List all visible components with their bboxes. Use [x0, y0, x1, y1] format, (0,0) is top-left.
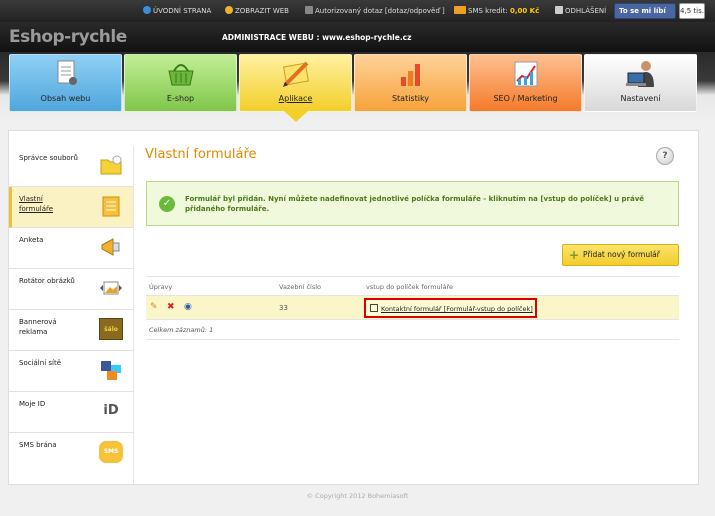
admin-title: ADMINISTRACE WEBU : www.eshop-rychle.cz: [222, 33, 412, 42]
user-laptop-icon: [626, 61, 654, 87]
tab-label[interactable]: Obsah webu: [10, 94, 121, 103]
logo[interactable]: Eshop-rychle: [9, 27, 127, 47]
sun-icon: [225, 6, 233, 14]
sidebar-item-bannerova-reklama[interactable]: Bannerová reklama šálo: [9, 310, 133, 351]
basket-icon: [168, 64, 194, 86]
view-icon[interactable]: ◉: [184, 302, 192, 312]
bar-chart-icon: [401, 64, 420, 86]
form-icon: [102, 196, 120, 217]
sidebar-item-label[interactable]: Správce souborů: [19, 153, 79, 163]
sms-credit: SMS kredit: 0,00 Kč: [454, 6, 539, 15]
forms-table: Úpravy Vazební číslo vstup do políček fo…: [146, 276, 679, 340]
home-link[interactable]: ÚVODNÍ STRANA: [143, 6, 211, 15]
form-fields-link[interactable]: Kontaktní formulář [Formulář-vstup do po…: [370, 304, 533, 313]
fb-like-count: 4,5 tis.: [679, 3, 705, 19]
sidebar-item-label[interactable]: Moje ID: [19, 399, 79, 409]
sidebar-item-label[interactable]: Bannerová reklama: [19, 317, 79, 337]
header: Eshop-rychle ADMINISTRACE WEBU : www.esh…: [0, 22, 715, 52]
sidebar-item-label[interactable]: Anketa: [19, 235, 79, 245]
show-web-link[interactable]: ZOBRAZIT WEB: [225, 6, 289, 15]
social-icon: [101, 361, 121, 380]
sidebar-item-anketa[interactable]: Anketa: [9, 228, 133, 269]
mojeid-icon: iD: [103, 403, 119, 418]
growth-chart-icon: [514, 61, 538, 87]
tab-aplikace[interactable]: Aplikace: [239, 54, 352, 122]
sidebar-item-moje-id[interactable]: Moje ID iD: [9, 392, 133, 433]
lock-icon: [555, 6, 563, 14]
tab-label[interactable]: Nastavení: [585, 94, 696, 103]
sidebar-item-label[interactable]: Vlastní formuláře: [19, 194, 79, 214]
sidebar-item-rotator-obrazku[interactable]: Rotátor obrázků: [9, 269, 133, 310]
help-icon[interactable]: ?: [656, 147, 674, 165]
megaphone-icon: [101, 238, 120, 256]
table-cell-id: 33: [279, 304, 288, 312]
sidebar-divider: [133, 146, 134, 484]
top-bar: ÚVODNÍ STRANA ZOBRAZIT WEB Autorizovaný …: [0, 0, 715, 22]
tab-seo-marketing[interactable]: SEO / Marketing: [469, 54, 582, 112]
table-total: Celkem záznamů: 1: [146, 320, 679, 340]
document-icon: [57, 60, 77, 85]
tab-label[interactable]: Statistiky: [355, 94, 466, 103]
sidebar: Správce souborů Vlastní formuláře Anketa…: [9, 146, 133, 474]
tab-eshop[interactable]: E-shop: [124, 54, 237, 112]
folder-icon: [100, 155, 122, 175]
sidebar-item-vlastni-formulare[interactable]: Vlastní formuláře: [9, 187, 133, 228]
table-row: ✎ ✖ ◉ 33 Kontaktní formulář [Formulář-vs…: [146, 296, 679, 320]
fb-like-button[interactable]: To se mi líbí: [614, 3, 676, 19]
sidebar-item-socialni-site[interactable]: Sociální sítě: [9, 351, 133, 392]
doc-icon: [305, 6, 313, 14]
success-message-text: Formulář byl přidán. Nyní můžete nadefin…: [185, 195, 645, 213]
sidebar-item-label[interactable]: SMS brána: [19, 440, 79, 450]
banner-icon: šálo: [99, 318, 123, 340]
copyright: © Copyright 2012 Bohemiasoft: [306, 492, 409, 500]
table-header: Úpravy Vazební číslo vstup do políček fo…: [146, 276, 679, 296]
sidebar-item-spravce-souboru[interactable]: Správce souborů: [9, 146, 133, 187]
edit-icon[interactable]: ✎: [150, 302, 158, 312]
page-title: Vlastní formuláře: [145, 147, 257, 162]
add-form-button-label[interactable]: Přidat nový formulář: [583, 250, 660, 259]
logout-link[interactable]: ODHLÁŠENÍ: [555, 6, 606, 15]
highlight-box: Kontaktní formulář [Formulář-vstup do po…: [364, 298, 537, 318]
pencil-ruler-icon: [283, 61, 309, 87]
column-header: Úpravy: [149, 283, 173, 291]
tab-label[interactable]: E-shop: [125, 94, 236, 103]
sidebar-item-label[interactable]: Rotátor obrázků: [19, 276, 79, 286]
plus-icon: +: [569, 248, 580, 262]
column-header: vstup do políček formuláře: [366, 283, 453, 291]
active-tab-arrow: [284, 111, 308, 122]
query-link[interactable]: Autorizovaný dotaz [dotaz/odpověď ]: [305, 6, 445, 15]
sms-badge-icon: [454, 6, 466, 14]
tab-statistiky[interactable]: Statistiky: [354, 54, 467, 112]
add-form-button[interactable]: + Přidat nový formulář: [562, 244, 679, 266]
total-count: Celkem záznamů: 1: [149, 326, 214, 334]
success-message: ✓ Formulář byl přidán. Nyní můžete nadef…: [146, 181, 679, 226]
sidebar-item-sms-brana[interactable]: SMS brána SMS: [9, 433, 133, 474]
tab-nastaveni[interactable]: Nastavení: [584, 54, 697, 112]
check-icon: ✓: [159, 196, 175, 212]
tab-label[interactable]: Aplikace: [240, 94, 351, 103]
tab-label[interactable]: SEO / Marketing: [470, 94, 581, 103]
tab-obsah-webu[interactable]: Obsah webu: [9, 54, 122, 112]
delete-icon[interactable]: ✖: [167, 302, 175, 312]
column-header: Vazební číslo: [279, 283, 322, 291]
image-rotator-icon: [100, 281, 122, 295]
sidebar-item-label[interactable]: Sociální sítě: [19, 358, 79, 368]
sms-icon: SMS: [99, 441, 123, 463]
info-icon: [143, 6, 151, 14]
